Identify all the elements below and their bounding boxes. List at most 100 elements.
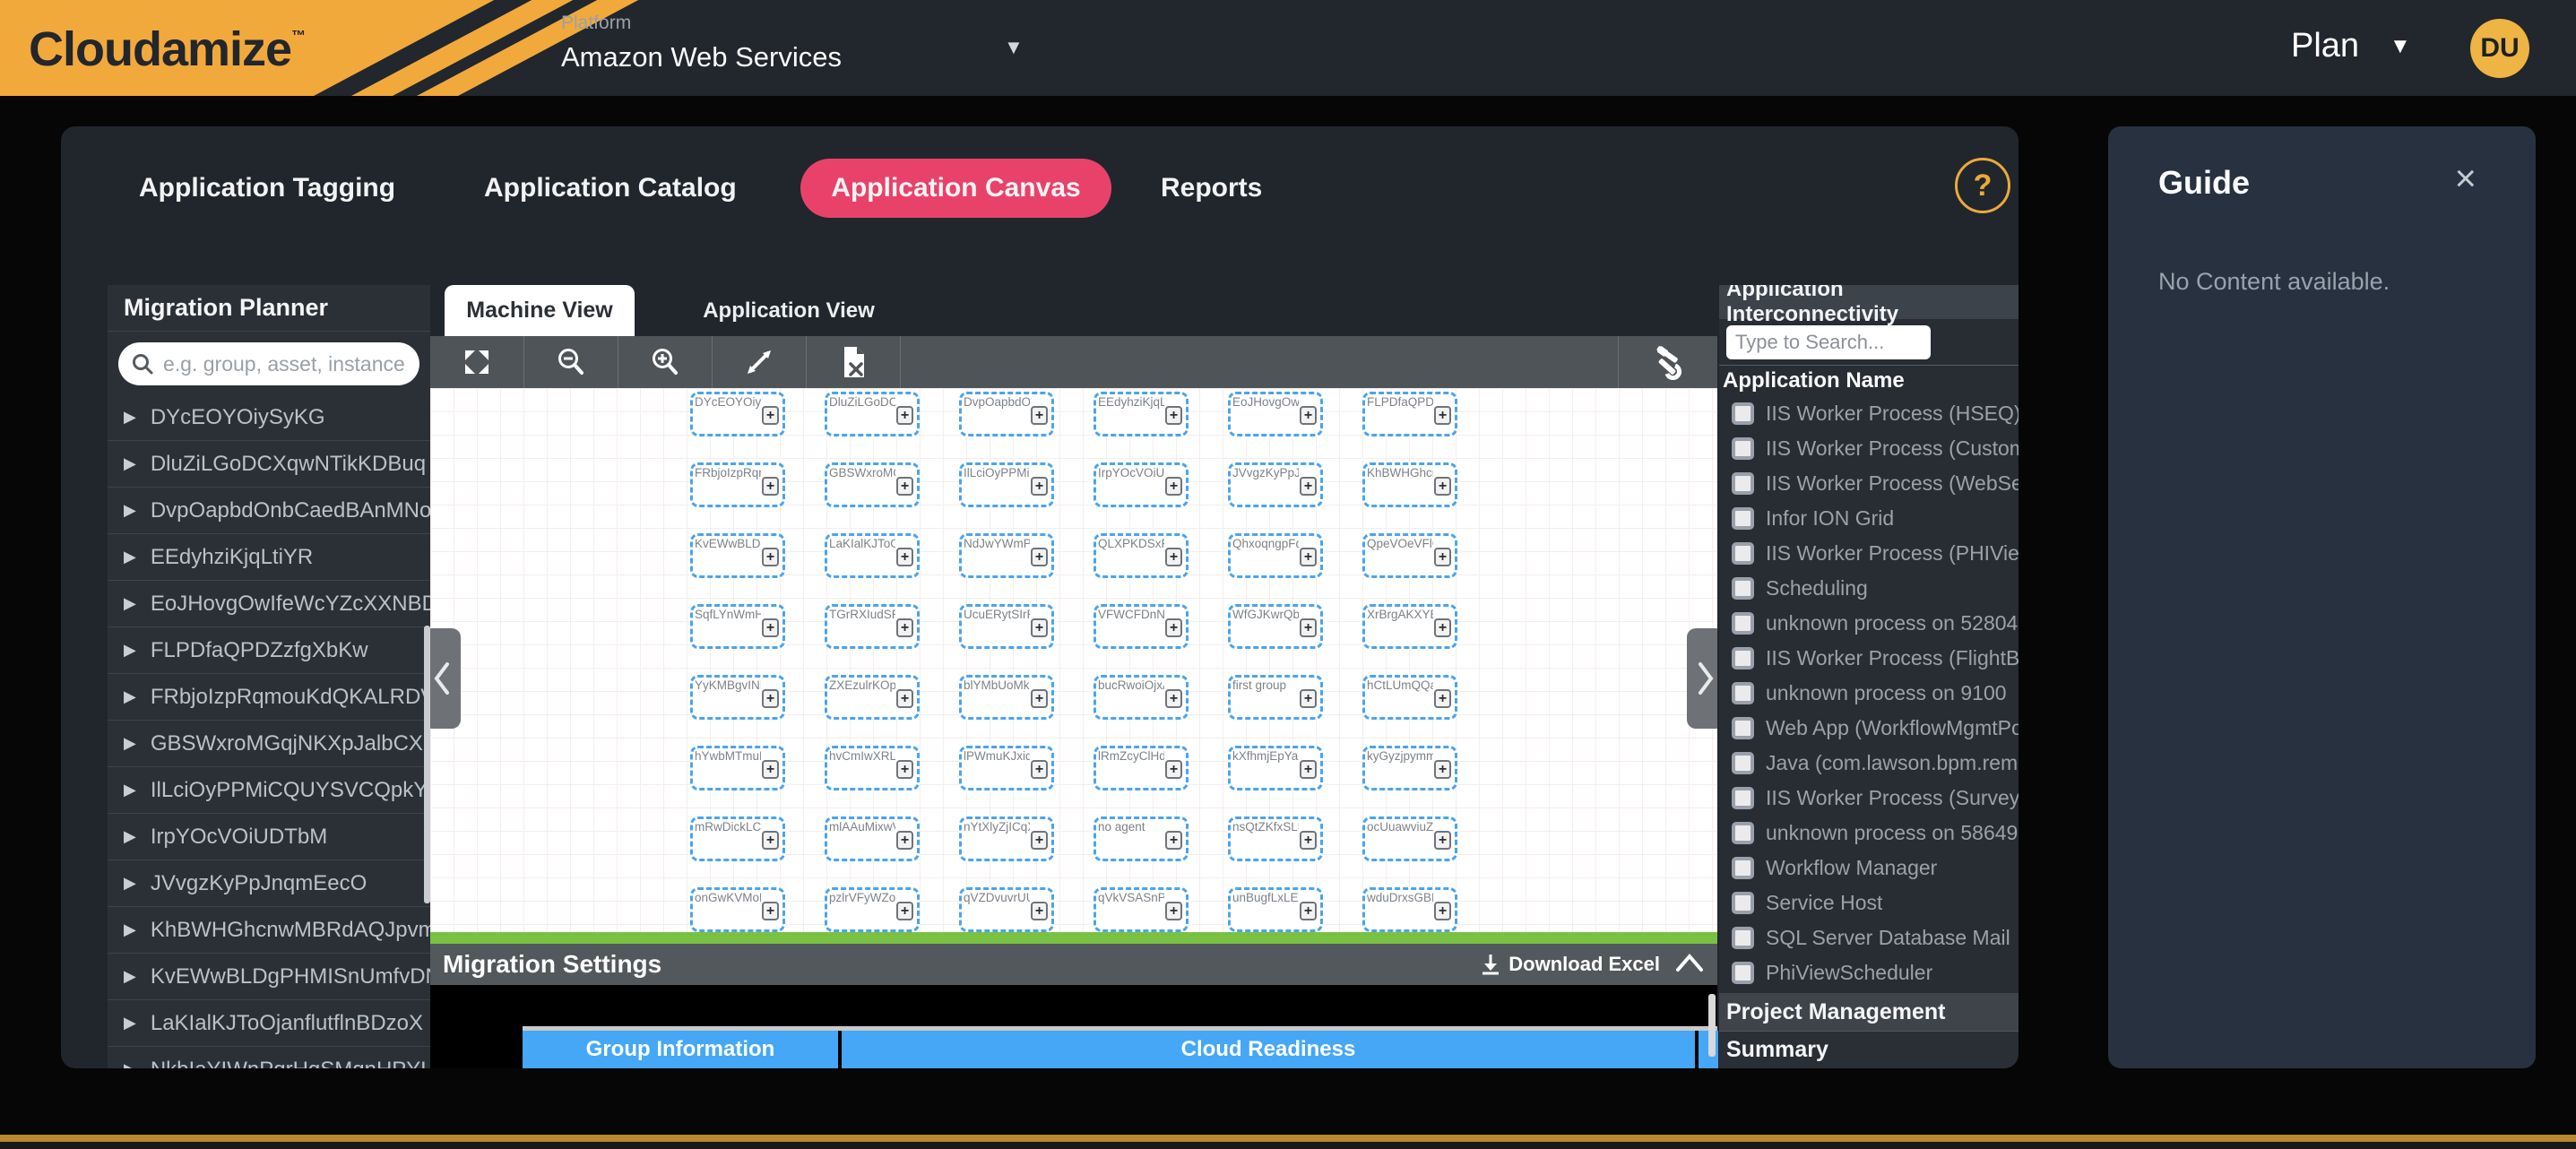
sidebar-group-item[interactable]: ▶DvpOapbdOnbCaedBAnMNoBjZZ bbox=[108, 488, 430, 534]
application-list-item[interactable]: Web App (WorkflowMgmtPool) bbox=[1719, 711, 2018, 746]
canvas-group-box[interactable]: no agent+ bbox=[1094, 816, 1189, 861]
canvas-group-box[interactable]: hvCmIwXRLTqPHDSJqS+ bbox=[825, 746, 920, 790]
canvas-group-box[interactable]: GBSWxroMGqjNKXpJal...+ bbox=[825, 462, 920, 507]
fit-screen-button[interactable] bbox=[430, 336, 523, 388]
expander-icon[interactable]: ▶ bbox=[124, 548, 136, 566]
settings-tools-button[interactable] bbox=[1619, 336, 1717, 388]
add-to-group-button[interactable]: + bbox=[762, 831, 779, 850]
canvas-group-box[interactable]: kXfhmjEpYaGzZzXzbtNJ+ bbox=[1228, 746, 1323, 790]
tab-application-tagging[interactable]: Application Tagging bbox=[139, 159, 395, 218]
canvas-group-box[interactable]: unBugfLxLEtOudMyqHO...+ bbox=[1228, 887, 1323, 932]
canvas-scroll-right-button[interactable] bbox=[1687, 628, 1717, 729]
canvas-group-box[interactable]: ZXEzulrKOpsPOnpdVlLD+ bbox=[825, 675, 920, 720]
add-to-group-button[interactable]: + bbox=[1300, 831, 1317, 850]
canvas-group-box[interactable]: YyKMBgvINNYIQtCfLXo...+ bbox=[690, 675, 785, 720]
canvas-group-box[interactable]: QhxoqngpFqkvIQAPDw...+ bbox=[1228, 533, 1323, 578]
platform-selector[interactable]: Platform Amazon Web Services bbox=[561, 13, 842, 73]
application-checkbox[interactable] bbox=[1732, 437, 1754, 460]
application-list-item[interactable]: unknown process on 52804 bbox=[1719, 606, 2018, 641]
add-to-group-button[interactable]: + bbox=[1300, 760, 1317, 779]
add-to-group-button[interactable]: + bbox=[1434, 760, 1451, 779]
expander-icon[interactable]: ▶ bbox=[124, 454, 136, 473]
expander-icon[interactable]: ▶ bbox=[124, 1014, 136, 1032]
add-to-group-button[interactable]: + bbox=[1300, 618, 1317, 637]
application-checkbox[interactable] bbox=[1732, 962, 1754, 984]
tab-application-view[interactable]: Application View bbox=[681, 285, 896, 336]
canvas-group-box[interactable]: lPWmuKJxidKXDR+ bbox=[959, 746, 1054, 790]
add-to-group-button[interactable]: + bbox=[1300, 477, 1317, 496]
canvas-group-box[interactable]: IlLciOyPPMiCQUYSVCQ...+ bbox=[959, 462, 1054, 507]
expander-icon[interactable]: ▶ bbox=[124, 641, 136, 660]
application-list-item[interactable]: IIS Worker Process (PHIView) bbox=[1719, 536, 2018, 571]
canvas-group-box[interactable]: mlAAuMixwVtvQ+ bbox=[825, 816, 920, 861]
add-to-group-button[interactable]: + bbox=[1165, 548, 1182, 566]
canvas-group-box[interactable]: IrpYOcVOiUDTbM+ bbox=[1094, 462, 1189, 507]
add-to-group-button[interactable]: + bbox=[1434, 548, 1451, 566]
application-list-item[interactable]: IIS Worker Process (Customer... bbox=[1719, 431, 2018, 466]
expander-icon[interactable]: ▶ bbox=[124, 734, 136, 753]
sidebar-group-item[interactable]: ▶FRbjoIzpRqmouKdQKALRDVGC bbox=[108, 674, 430, 721]
sidebar-group-item[interactable]: ▶IrpYOcVOiUDTbM bbox=[108, 814, 430, 860]
sidebar-group-item[interactable]: ▶DYcEOYOiySyKG bbox=[108, 394, 430, 441]
add-to-group-button[interactable]: + bbox=[1031, 548, 1048, 566]
zoom-out-button[interactable] bbox=[524, 336, 618, 388]
application-checkbox[interactable] bbox=[1732, 472, 1754, 495]
sidebar-search-box[interactable] bbox=[118, 342, 419, 385]
application-list-item[interactable]: Java (com.lawson.bpm.remot... bbox=[1719, 746, 2018, 781]
add-to-group-button[interactable]: + bbox=[762, 406, 779, 425]
section-project-management[interactable]: Project Management bbox=[1719, 993, 2018, 1031]
canvas-group-box[interactable]: EoJHovgOwIfeWcYZcX...+ bbox=[1228, 392, 1323, 436]
sidebar-group-item[interactable]: ▶JVvgzKyPpJnqmEecO bbox=[108, 860, 430, 907]
add-to-group-button[interactable]: + bbox=[1031, 689, 1048, 708]
application-checkbox[interactable] bbox=[1732, 717, 1754, 739]
expander-icon[interactable]: ▶ bbox=[124, 874, 136, 893]
application-list-item[interactable]: Scheduling bbox=[1719, 571, 2018, 606]
add-to-group-button[interactable]: + bbox=[1434, 477, 1451, 496]
canvas-group-box[interactable]: KvEWwBLDgPHMISnUm...+ bbox=[690, 533, 785, 578]
add-to-group-button[interactable]: + bbox=[1031, 902, 1048, 920]
table-scrollbar[interactable] bbox=[1708, 994, 1716, 1057]
canvas-group-box[interactable]: NdJwYWmPmHqGMwa...+ bbox=[959, 533, 1054, 578]
application-checkbox[interactable] bbox=[1732, 752, 1754, 774]
sidebar-group-item[interactable]: ▶KhBWHGhcnwMBRdAQJpvm bbox=[108, 907, 430, 954]
canvas-group-box[interactable]: DluZiLGoDCXqwNTikKD...+ bbox=[825, 392, 920, 436]
migration-settings-header[interactable]: Migration Settings Download Excel bbox=[430, 944, 1717, 985]
application-checkbox[interactable] bbox=[1732, 612, 1754, 635]
sidebar-group-item[interactable]: ▶FLPDfaQPDZzfgXbKw bbox=[108, 627, 430, 674]
canvas-group-box[interactable]: wduDrxsGBLdfGc+ bbox=[1362, 887, 1457, 932]
expander-icon[interactable]: ▶ bbox=[124, 1060, 136, 1068]
canvas-group-box[interactable]: mRwDickLCbEBakJPgP...+ bbox=[690, 816, 785, 861]
add-to-group-button[interactable]: + bbox=[896, 760, 913, 779]
canvas-group-box[interactable]: UcuERytSIrPGBtBZsxNs...+ bbox=[959, 604, 1054, 649]
canvas-group-box[interactable]: first group+ bbox=[1228, 675, 1323, 720]
application-list-item[interactable]: Infor ION Grid bbox=[1719, 501, 2018, 536]
application-checkbox[interactable] bbox=[1732, 892, 1754, 914]
sidebar-group-item[interactable]: ▶DluZiLGoDCXqwNTikKDBuq bbox=[108, 441, 430, 488]
canvas-group-box[interactable]: TGrRXIudSPlJoQTnoTw...+ bbox=[825, 604, 920, 649]
add-to-group-button[interactable]: + bbox=[1165, 689, 1182, 708]
canvas-group-box[interactable]: qVkVSASnPRBeSzicEBX...+ bbox=[1094, 887, 1189, 932]
add-to-group-button[interactable]: + bbox=[1300, 902, 1317, 920]
application-list-item[interactable]: IIS Worker Process (WebServic... bbox=[1719, 466, 2018, 501]
plan-menu[interactable]: Plan bbox=[2291, 27, 2359, 65]
application-list-item[interactable]: unknown process on 58649 bbox=[1719, 816, 2018, 851]
canvas-group-box[interactable]: bucRwoiOjxAvFtcoJltic+ bbox=[1094, 675, 1189, 720]
sidebar-group-item[interactable]: ▶EoJHovgOwIfeWcYZcXXNBDzmNj bbox=[108, 581, 430, 627]
canvas-group-box[interactable]: EEdyhziKjqLtiYR+ bbox=[1094, 392, 1189, 436]
application-list-item[interactable]: Service Host bbox=[1719, 886, 2018, 920]
sidebar-group-item[interactable]: ▶LaKIalKJToOjanflutflnBDzoX bbox=[108, 1000, 430, 1047]
canvas-group-box[interactable]: hCtLUmQQaaulOphkUyg...+ bbox=[1362, 675, 1457, 720]
canvas-group-box[interactable]: KhBWHGhcnwMBRdAQ...+ bbox=[1362, 462, 1457, 507]
expander-icon[interactable]: ▶ bbox=[124, 781, 136, 799]
expander-icon[interactable]: ▶ bbox=[124, 827, 136, 846]
chevron-down-icon[interactable]: ▼ bbox=[1004, 36, 1024, 59]
canvas-group-box[interactable]: FLPDfaQPDZzfgXbKw+ bbox=[1362, 392, 1457, 436]
add-to-group-button[interactable]: + bbox=[1031, 406, 1048, 425]
canvas-group-box[interactable]: JVvgzKyPpJnqmEecO+ bbox=[1228, 462, 1323, 507]
expander-icon[interactable]: ▶ bbox=[124, 967, 136, 986]
sidebar-group-item[interactable]: ▶GBSWxroMGqjNKXpJalbCXOYi bbox=[108, 721, 430, 767]
add-to-group-button[interactable]: + bbox=[1434, 618, 1451, 637]
expander-icon[interactable]: ▶ bbox=[124, 594, 136, 613]
canvas-group-box[interactable]: DvpOapbdOnbCaedBAn...+ bbox=[959, 392, 1054, 436]
canvas-group-box[interactable]: nYtXlyZjICqXoDAmeAcXl+ bbox=[959, 816, 1054, 861]
